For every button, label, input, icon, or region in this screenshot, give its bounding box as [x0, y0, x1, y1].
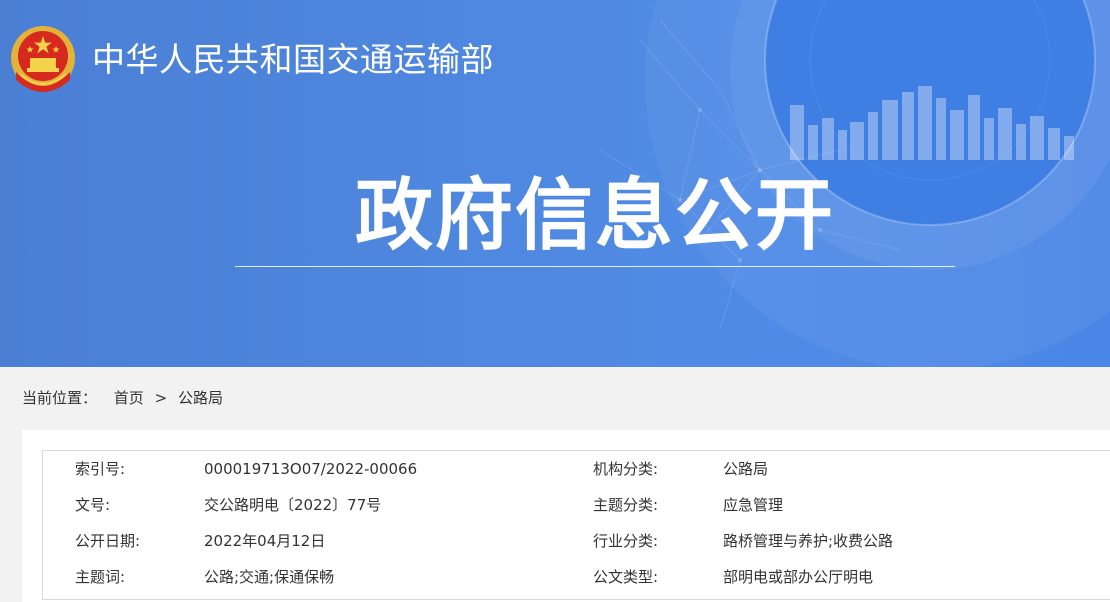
metadata-label: 公文类型: [593, 568, 659, 586]
metadata-label: 公开日期: [75, 532, 141, 550]
metadata-label: 机构分类: [593, 460, 659, 478]
metadata-value: 路桥管理与养护;收费公路 [723, 532, 894, 550]
metadata-value: 部明电或部办公厅明电 [723, 568, 874, 586]
metadata-row: 索引号: 000019713O07/2022-00066 机构分类: 公路局 [43, 451, 1110, 487]
breadcrumb-separator: > [154, 389, 168, 407]
metadata-label: 主题词: [75, 568, 126, 586]
ministry-name[interactable]: 中华人民共和国交通运输部 [92, 38, 494, 82]
metadata-row: 公开日期: 2022年04月12日 行业分类: 路桥管理与养护;收费公路 [43, 523, 1110, 559]
metadata-value: 交公路明电〔2022〕77号 [204, 496, 382, 514]
header-banner: 中华人民共和国交通运输部 政府信息公开 [0, 0, 1110, 367]
breadcrumb-home-link[interactable]: 首页 [114, 389, 144, 407]
metadata-label: 索引号: [75, 460, 126, 478]
metadata-value: 应急管理 [723, 496, 784, 514]
metadata-label: 文号: [75, 496, 111, 514]
headline-divider [235, 266, 955, 267]
breadcrumb: 当前位置： 首页 > 公路局 [22, 388, 223, 408]
metadata-value: 公路;交通;保通保畅 [204, 568, 335, 586]
metadata-label: 行业分类: [593, 532, 659, 550]
metadata-value: 公路局 [723, 460, 769, 478]
metadata-row: 主题词: 公路;交通;保通保畅 公文类型: 部明电或部办公厅明电 [43, 559, 1110, 595]
national-emblem-icon [11, 26, 75, 92]
metadata-row: 文号: 交公路明电〔2022〕77号 主题分类: 应急管理 [43, 487, 1110, 523]
metadata-value: 000019713O07/2022-00066 [204, 460, 418, 478]
content-panel: 索引号: 000019713O07/2022-00066 机构分类: 公路局 文… [22, 430, 1110, 602]
breadcrumb-label: 当前位置： [22, 389, 98, 407]
document-metadata-table: 索引号: 000019713O07/2022-00066 机构分类: 公路局 文… [42, 450, 1110, 600]
breadcrumb-current-link[interactable]: 公路局 [178, 389, 223, 407]
metadata-label: 主题分类: [593, 496, 659, 514]
page-headline: 政府信息公开 [354, 171, 835, 261]
metadata-value: 2022年04月12日 [204, 532, 326, 550]
